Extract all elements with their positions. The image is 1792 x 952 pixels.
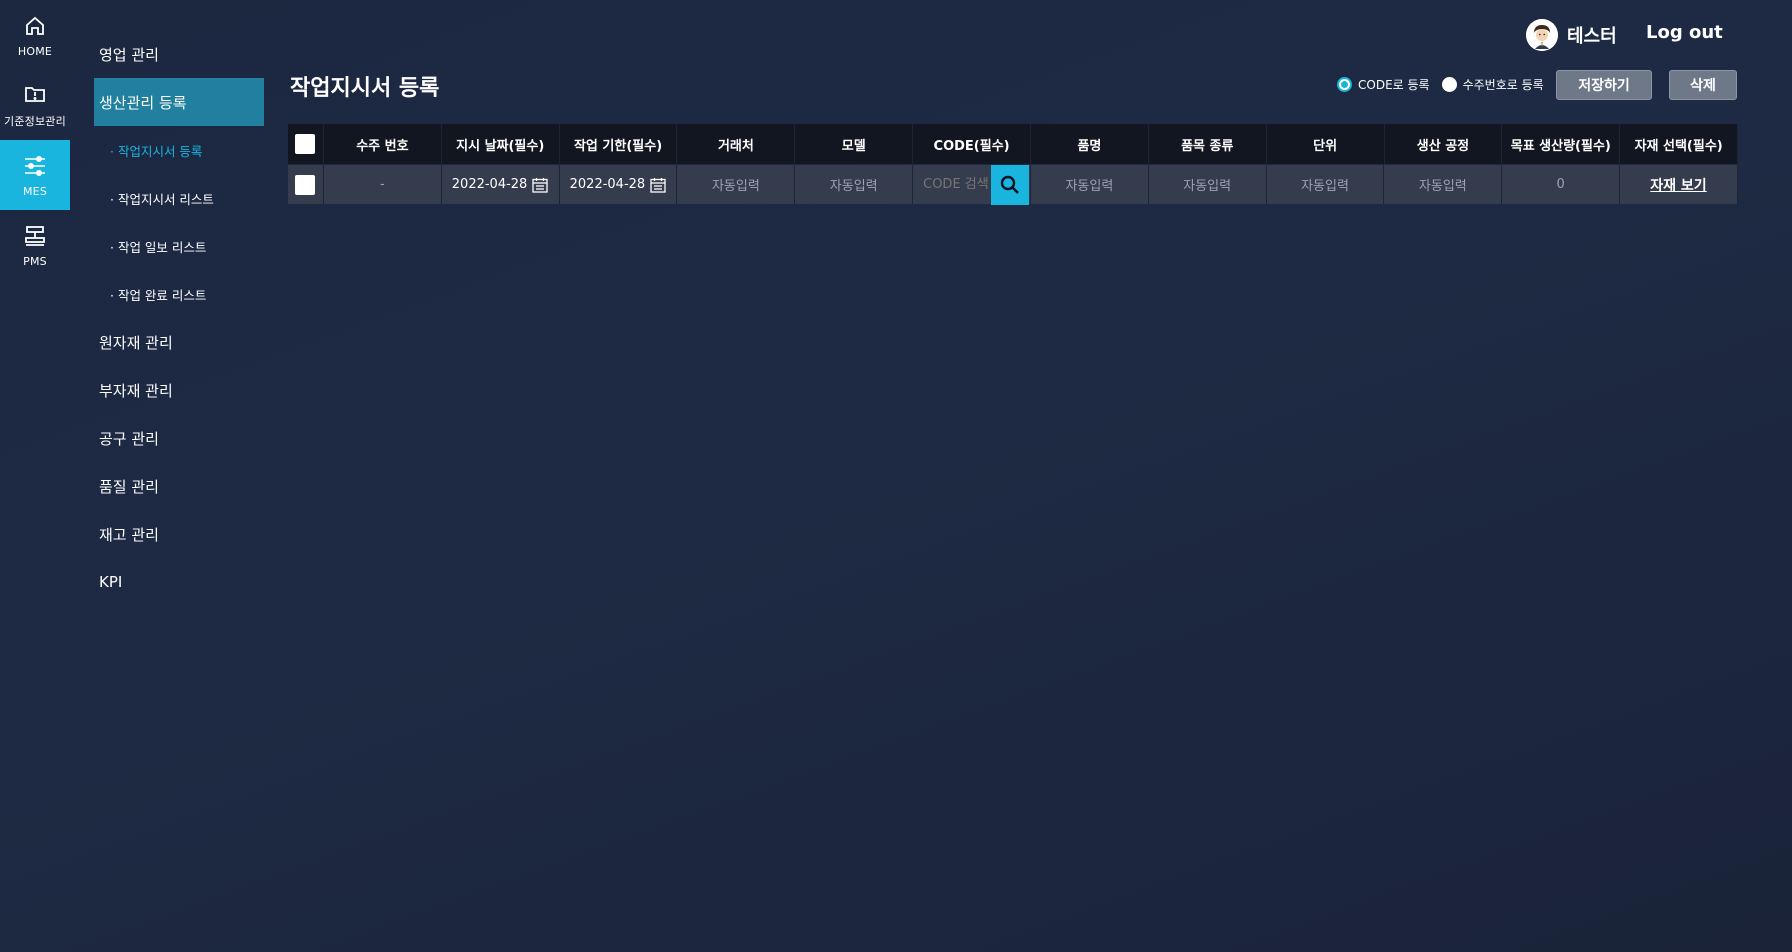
delete-button[interactable]: 삭제 [1669, 70, 1737, 100]
rail-base-info[interactable]: 기준정보관리 [0, 70, 70, 140]
column-header: 모델 [795, 124, 914, 164]
register-mode-radio-group: CODE로 등록 수주번호로 등록 [1337, 76, 1556, 93]
menu-completion-list[interactable]: · 작업 완료 리스트 [94, 270, 264, 318]
rail-pms[interactable]: PMS [0, 210, 70, 280]
model-cell: 자동입력 [795, 165, 914, 204]
menu-kpi[interactable]: KPI [94, 558, 264, 606]
rail-pms-label: PMS [23, 254, 47, 268]
radio-order-no-label: 수주번호로 등록 [1462, 78, 1544, 92]
menu-tools[interactable]: 공구 관리 [94, 414, 264, 462]
menu-sales[interactable]: 영업 관리 [94, 30, 264, 78]
instruct-date-field[interactable]: 2022-04-28 [441, 165, 560, 204]
row-checkbox[interactable] [295, 174, 316, 195]
rail-mes[interactable]: MES [0, 140, 70, 210]
user-name: 테스터 [1567, 26, 1617, 47]
menu-inventory[interactable]: 재고 관리 [94, 510, 264, 558]
rail-home[interactable]: HOME [0, 0, 70, 70]
table-row: - 2022-04-28 2022-04-28 자동입력 자동입력 자동입력 자… [288, 164, 1738, 205]
header-checkbox-cell [288, 124, 324, 164]
user-avatar-icon [1526, 19, 1558, 51]
target-quantity-cell: 0 [1502, 165, 1621, 204]
column-header: 수주 번호 [323, 124, 442, 164]
search-icon [1000, 175, 1019, 194]
column-header: 작업 기한(필수) [559, 124, 678, 164]
column-header: 품목 종류 [1148, 124, 1267, 164]
code-search-input[interactable] [913, 164, 992, 205]
column-header: 거래처 [677, 124, 796, 164]
column-header: 품명 [1031, 124, 1149, 164]
machine-icon [25, 225, 45, 246]
info-folder-icon [25, 87, 45, 102]
avatar [1526, 19, 1558, 51]
order-number-cell: - [323, 165, 442, 204]
menu-work-order-list[interactable]: · 작업지시서 리스트 [94, 174, 264, 222]
save-button[interactable]: 저장하기 [1556, 70, 1652, 100]
home-icon [26, 16, 44, 35]
item-type-cell: 자동입력 [1148, 165, 1267, 204]
table-header-row: 수주 번호 지시 날짜(필수) 작업 기한(필수) 거래처 모델 CODE(필수… [288, 124, 1739, 164]
page-title: 작업지시서 등록 [290, 76, 440, 101]
menu-raw-material[interactable]: 원자재 관리 [94, 318, 264, 366]
menu-daily-report-list[interactable]: · 작업 일보 리스트 [94, 222, 264, 270]
customer-cell: 자동입력 [677, 165, 796, 204]
column-header: 지시 날짜(필수) [441, 124, 560, 164]
rail-mes-label: MES [22, 184, 48, 198]
instruct-date-value: 2022-04-28 [451, 177, 528, 192]
radio-order-no[interactable] [1441, 77, 1457, 92]
rail-home-label: HOME [17, 44, 53, 58]
item-name-cell: 자동입력 [1030, 165, 1149, 204]
calendar-icon[interactable] [649, 176, 667, 194]
column-header: 목표 생산량(필수) [1502, 124, 1621, 164]
process-cell: 자동입력 [1384, 165, 1503, 204]
column-header: 생산 공정 [1384, 124, 1503, 164]
logout-button[interactable]: Log out [1646, 22, 1723, 43]
sliders-icon [25, 155, 45, 176]
work-order-table: 수주 번호 지시 날짜(필수) 작업 기한(필수) 거래처 모델 CODE(필수… [288, 124, 1739, 205]
column-header: 단위 [1266, 124, 1385, 164]
icon-rail: HOME 기준정보관리 MES PMS [0, 0, 70, 952]
menu-production-register[interactable]: 생산관리 등록 [94, 78, 264, 126]
menu-work-order-register[interactable]: · 작업지시서 등록 [94, 126, 264, 174]
menu-quality[interactable]: 품질 관리 [94, 462, 264, 510]
menu-sub-material[interactable]: 부자재 관리 [94, 366, 264, 414]
radio-code[interactable] [1337, 77, 1352, 92]
row-checkbox-cell [288, 165, 324, 204]
rail-base-info-label: 기준정보관리 [4, 115, 66, 128]
code-search-button[interactable] [991, 164, 1030, 205]
select-all-checkbox[interactable] [295, 134, 316, 154]
calendar-icon[interactable] [531, 176, 549, 194]
material-view-link[interactable]: 자재 보기 [1650, 175, 1706, 195]
deadline-date-value: 2022-04-28 [569, 177, 646, 192]
code-search-cell [913, 164, 1031, 205]
unit-cell: 자동입력 [1266, 165, 1385, 204]
deadline-date-field[interactable]: 2022-04-28 [559, 165, 678, 204]
column-header: 자재 선택(필수) [1620, 124, 1739, 164]
material-select-cell: 자재 보기 [1620, 165, 1738, 204]
column-header: CODE(필수) [913, 124, 1032, 164]
radio-code-label: CODE로 등록 [1358, 78, 1430, 92]
